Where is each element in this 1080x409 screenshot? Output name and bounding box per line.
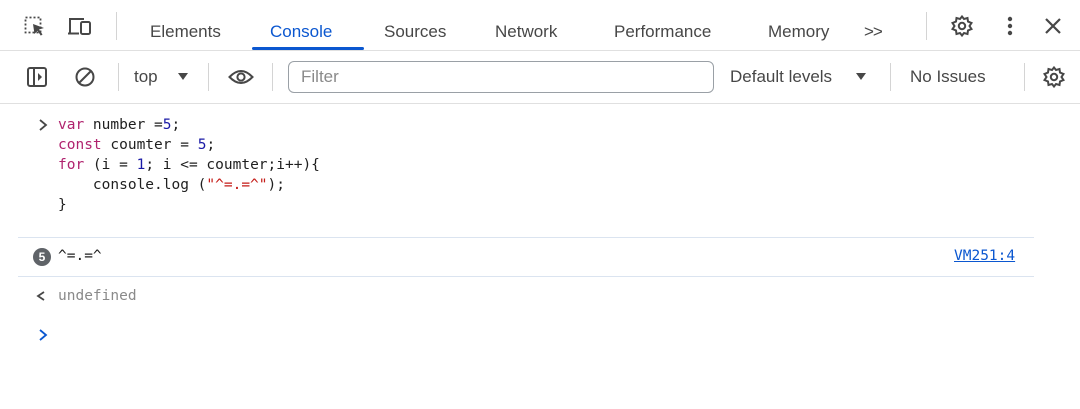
tab-sources[interactable]: Sources: [384, 0, 446, 51]
code-token: =: [180, 137, 198, 153]
tab-separator: [116, 12, 117, 40]
code-token: (i =: [92, 157, 137, 173]
console-settings-gear-icon[interactable]: [1040, 64, 1068, 90]
log-message-text: ^=.=^: [58, 248, 102, 264]
toolbar-separator: [208, 63, 209, 91]
context-selector[interactable]: top: [134, 62, 198, 92]
tab-network[interactable]: Network: [495, 0, 557, 51]
toolbar-separator: [118, 63, 119, 91]
result-value: undefined: [58, 288, 137, 304]
code-line: const coumter = 5;: [58, 135, 215, 155]
console-messages: var number =5; const coumter = 5; for (i =…: [0, 104, 1080, 409]
code-line: var number =5;: [58, 115, 180, 135]
tab-elements[interactable]: Elements: [150, 0, 221, 51]
message-divider: [18, 276, 1034, 277]
more-tabs-button[interactable]: >>: [864, 0, 883, 51]
log-levels-dropdown[interactable]: Default levels: [730, 62, 870, 92]
settings-gear-icon[interactable]: [948, 13, 976, 39]
issues-counter[interactable]: No Issues: [910, 67, 986, 87]
toolbar-separator: [272, 63, 273, 91]
console-prompt-input[interactable]: [58, 322, 1038, 348]
tab-memory[interactable]: Memory: [768, 0, 829, 51]
context-label: top: [134, 67, 158, 86]
code-token: }: [58, 197, 67, 213]
repeat-count-badge: 5: [33, 248, 51, 266]
devtools-tab-bar: Elements Console Sources Network Perform…: [0, 0, 1080, 51]
dropdown-triangle-icon: [854, 69, 868, 85]
code-token: number: [92, 117, 155, 133]
code-token: 1: [136, 157, 146, 173]
show-sidebar-icon[interactable]: [24, 64, 50, 90]
code-token: ;: [206, 137, 216, 153]
dropdown-triangle-icon: [176, 69, 190, 85]
tab-console[interactable]: Console: [270, 0, 332, 51]
console-toolbar: top Default levels No Issues: [0, 51, 1080, 104]
tab-separator: [926, 12, 927, 40]
device-toolbar-icon[interactable]: [66, 13, 94, 39]
console-prompt-chevron-icon[interactable]: [36, 327, 50, 343]
log-message-row: 5 ^=.=^ VM251:4: [0, 238, 1080, 276]
code-token: ;: [171, 117, 181, 133]
code-line: }: [58, 195, 67, 215]
tab-performance[interactable]: Performance: [614, 0, 711, 51]
live-expression-eye-icon[interactable]: [226, 64, 256, 90]
log-source-link[interactable]: VM251:4: [954, 248, 1015, 264]
code-line: for (i = 1; i <= coumter;i++){: [58, 155, 320, 175]
clear-console-icon[interactable]: [72, 64, 98, 90]
customize-menu-icon[interactable]: [1000, 13, 1020, 39]
log-levels-label: Default levels: [730, 67, 833, 86]
code-token: =: [154, 117, 163, 133]
result-arrow-icon: [34, 288, 48, 304]
active-tab-indicator: [252, 47, 364, 50]
code-token: "^=.=^": [206, 177, 268, 193]
code-token: const: [58, 137, 111, 153]
code-token: for: [58, 157, 93, 173]
toolbar-separator: [1024, 63, 1025, 91]
filter-input[interactable]: [288, 61, 714, 93]
code-token: );: [267, 177, 285, 193]
code-token: ; i <= coumter;i++){: [145, 157, 320, 173]
input-prompt-chevron-icon: [36, 117, 50, 133]
code-line: console.log ("^=.=^");: [58, 175, 285, 195]
code-token: console.log (: [58, 177, 207, 193]
toolbar-separator: [890, 63, 891, 91]
close-icon[interactable]: [1040, 13, 1066, 39]
inspect-element-icon[interactable]: [22, 13, 48, 39]
code-token: 5: [162, 117, 172, 133]
code-token: coumter: [110, 137, 181, 153]
code-token: var: [58, 117, 93, 133]
repeat-count: 5: [38, 250, 46, 264]
